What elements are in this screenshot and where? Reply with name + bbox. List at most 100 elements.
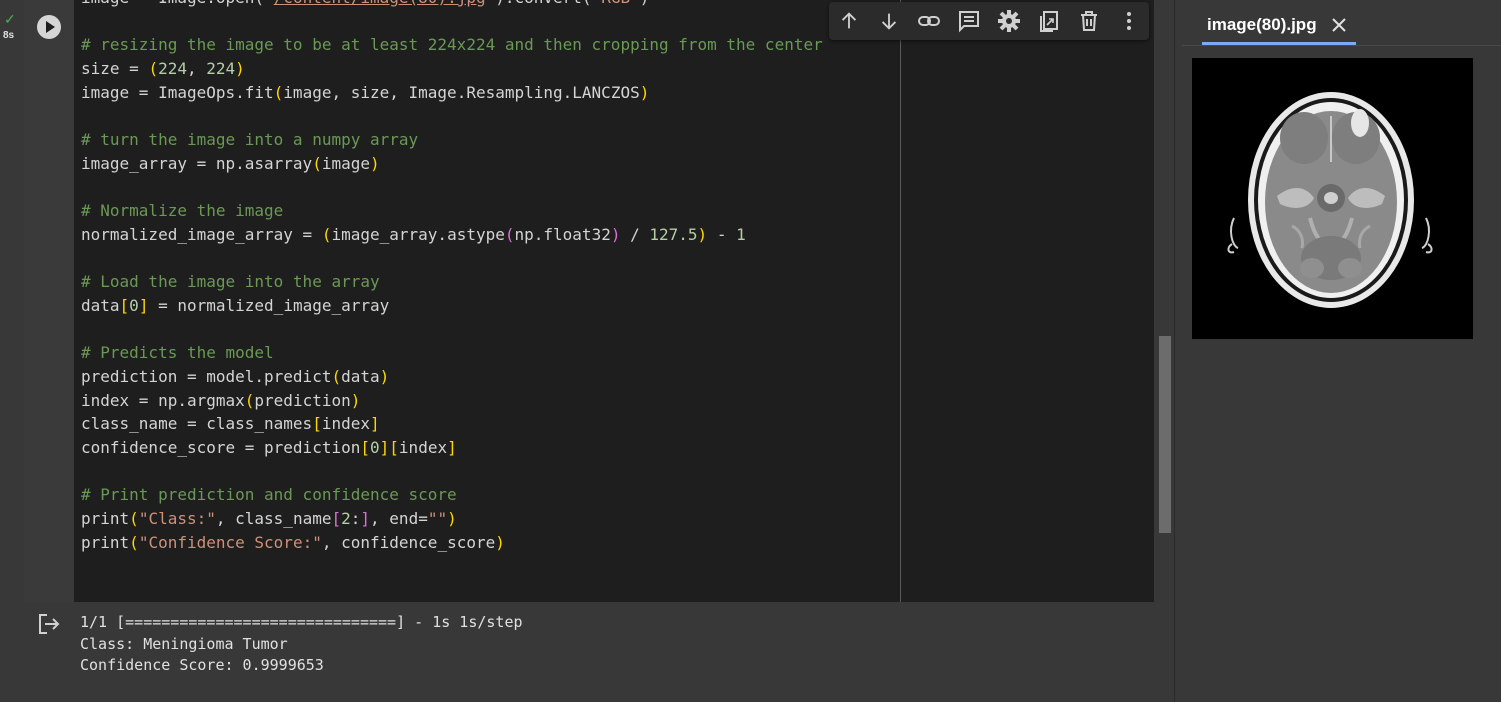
close-icon	[1332, 18, 1346, 32]
code-token: 127.5	[649, 224, 698, 244]
code-editor[interactable]: image = Image.open("/content/image(80).j…	[74, 0, 1154, 602]
code-line[interactable]: print("Confidence Score:", confidence_sc…	[81, 531, 823, 555]
code-token: image	[321, 153, 370, 173]
code-token: [	[360, 438, 370, 458]
code-token: :	[350, 509, 361, 529]
code-line[interactable]: class_name = class_names[index]	[81, 412, 823, 436]
mirror-cell-button[interactable]	[1037, 9, 1061, 33]
code-token: )	[639, 82, 650, 102]
code-token: "Confidence Score:"	[138, 532, 322, 552]
code-line[interactable]: data[0] = normalized_image_array	[81, 294, 823, 318]
tab-image-preview[interactable]: image(80).jpg	[1202, 0, 1356, 46]
code-token: (	[273, 82, 284, 102]
code-line[interactable]: image_array = np.asarray(image)	[81, 152, 823, 176]
code-token: image = Image.open(	[81, 0, 264, 7]
code-line[interactable]: size = (224, 224)	[81, 57, 823, 81]
link-icon	[918, 16, 940, 26]
code-line[interactable]: # Predicts the model	[81, 341, 823, 365]
code-line[interactable]: confidence_score = prediction[0][index]	[81, 436, 823, 460]
code-token: # resizing the image to be at least 224x…	[81, 35, 823, 55]
code-token: ,	[186, 59, 207, 79]
code-line[interactable]: prediction = model.predict(data)	[81, 365, 823, 389]
code-line[interactable]: # resizing the image to be at least 224x…	[81, 33, 823, 57]
close-tab-button[interactable]	[1330, 16, 1348, 34]
code-line[interactable]: normalized_image_array = (image_array.as…	[81, 223, 823, 247]
code-token: "	[486, 0, 496, 7]
more-options-button[interactable]	[1117, 9, 1141, 33]
code-line[interactable]: # turn the image into a numpy array	[81, 128, 823, 152]
code-token: data	[341, 367, 380, 386]
code-token: ]	[360, 509, 371, 529]
code-line[interactable]: print("Class:", class_name[2:], end="")	[81, 507, 823, 531]
code-line[interactable]	[81, 318, 823, 342]
code-token: (	[244, 390, 255, 410]
code-lines[interactable]: image = Image.open("/content/image(80).j…	[81, 0, 823, 555]
code-token: 2	[341, 509, 351, 529]
code-token: image_array.astype	[331, 224, 505, 244]
code-line[interactable]: # Load the image into the array	[81, 270, 823, 294]
code-token: class_name = class_names	[81, 414, 313, 434]
code-line[interactable]	[81, 10, 823, 34]
execution-gutter: ✓ 8s	[0, 0, 24, 702]
code-line[interactable]	[81, 104, 823, 128]
code-line[interactable]: image = ImageOps.fit(image, size, Image.…	[81, 81, 823, 105]
code-token: index = np.argmax	[81, 390, 245, 410]
code-token: index	[321, 414, 370, 434]
code-token: # Print prediction and confidence score	[81, 485, 457, 505]
code-line[interactable]: index = np.argmax(prediction)	[81, 389, 823, 413]
code-token: np.float32	[514, 224, 611, 244]
editor-scrollbar[interactable]	[1154, 0, 1176, 702]
code-token: # turn the image into a numpy array	[81, 130, 419, 150]
code-token: [	[119, 295, 130, 315]
code-line[interactable]: # Print prediction and confidence score	[81, 483, 823, 507]
code-token: , class_name	[215, 509, 332, 529]
play-icon	[46, 21, 55, 33]
active-tab-indicator	[1202, 42, 1356, 45]
run-cell-button[interactable]	[37, 15, 61, 39]
code-token: , end=	[370, 509, 428, 529]
output-line: Class: Meningioma Tumor	[80, 634, 288, 653]
scrollbar-thumb[interactable]	[1159, 336, 1171, 533]
code-line[interactable]: # Normalize the image	[81, 199, 823, 223]
code-token: # Predicts the model	[81, 343, 274, 363]
output-redirect-icon	[39, 614, 60, 634]
output-text: 1/1 [==============================] - 1…	[80, 612, 523, 677]
code-token: )	[370, 153, 380, 173]
tab-label: image(80).jpg	[1207, 15, 1317, 34]
code-line[interactable]	[81, 460, 823, 484]
code-line[interactable]: image = Image.open("/content/image(80).j…	[81, 0, 823, 10]
code-token: , confidence_score	[321, 532, 496, 552]
code-token: )	[379, 367, 390, 386]
code-token: [	[389, 438, 399, 458]
code-token: )	[495, 532, 505, 552]
line-length-ruler	[900, 0, 901, 602]
code-line[interactable]	[81, 247, 823, 271]
link-button[interactable]	[917, 9, 941, 33]
code-token: ]	[379, 438, 390, 458]
code-token: [	[331, 509, 342, 529]
move-down-button[interactable]	[877, 9, 901, 33]
brain-ct-scan-image	[1192, 58, 1473, 339]
delete-button[interactable]	[1077, 9, 1101, 33]
code-token: (	[504, 224, 515, 244]
code-token: 224	[158, 59, 187, 79]
more-options-icon	[1127, 12, 1131, 30]
code-token: (	[148, 59, 159, 79]
comment-icon	[959, 11, 979, 33]
code-token: image, size, Image.Resampling.LANCZOS	[283, 82, 640, 102]
code-token: 0	[370, 438, 380, 458]
code-cell[interactable]: image = Image.open("/content/image(80).j…	[24, 0, 1154, 690]
settings-icon	[998, 10, 1020, 32]
code-token: )	[350, 390, 361, 410]
code-token: image_array = np.asarray	[81, 153, 313, 173]
comment-button[interactable]	[957, 9, 981, 33]
code-token: print	[81, 532, 130, 552]
move-up-button[interactable]	[837, 9, 861, 33]
move-down-icon	[881, 13, 897, 30]
code-line[interactable]	[81, 176, 823, 200]
code-token: )	[640, 0, 650, 7]
code-token: ]	[447, 438, 457, 458]
output-actions-button[interactable]	[37, 612, 61, 636]
delete-icon	[1081, 11, 1097, 31]
settings-button[interactable]	[997, 9, 1021, 33]
